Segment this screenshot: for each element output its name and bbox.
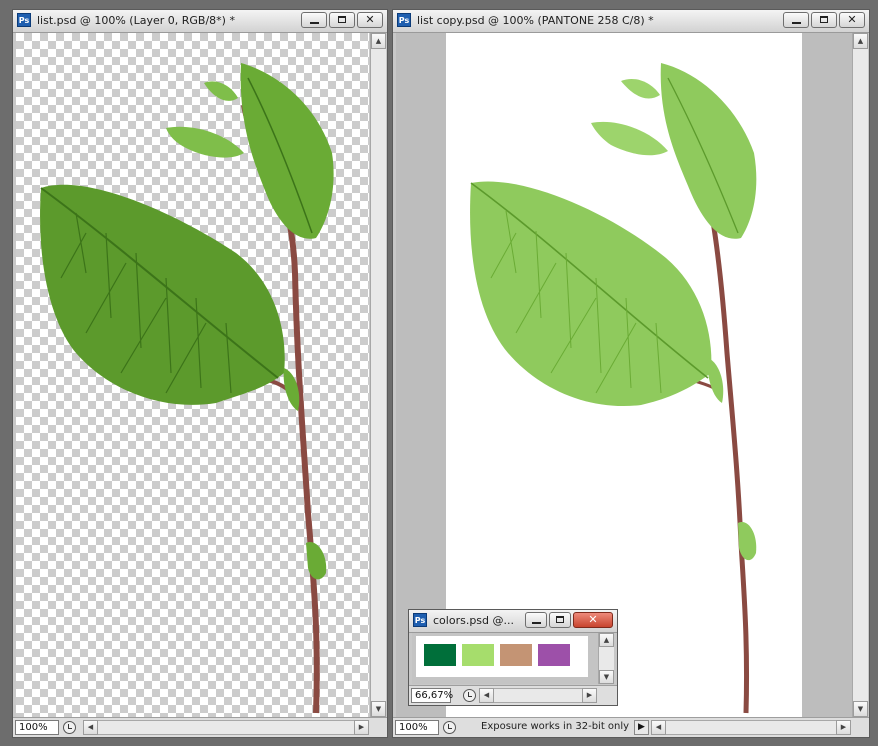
window-title: list copy.psd @ 100% (PANTONE 258 C/8) * xyxy=(417,14,654,27)
maximize-icon xyxy=(820,16,828,23)
close-button[interactable]: ✕ xyxy=(839,12,865,28)
scroll-right-arrow-icon[interactable]: ▶ xyxy=(354,720,369,735)
photoshop-icon: Ps xyxy=(17,13,31,27)
zoom-field[interactable]: 66,67% xyxy=(411,688,453,703)
scroll-down-arrow-icon[interactable]: ▼ xyxy=(599,670,614,684)
window-title: list.psd @ 100% (Layer 0, RGB/8*) * xyxy=(37,14,235,27)
scroll-up-arrow-icon[interactable]: ▲ xyxy=(853,33,868,49)
status-info-icon[interactable] xyxy=(63,721,76,734)
zoom-field[interactable]: 100% xyxy=(395,720,439,735)
scroll-left-arrow-icon[interactable]: ◀ xyxy=(479,688,494,703)
minimize-button[interactable] xyxy=(525,612,547,628)
vertical-scrollbar[interactable]: ▲ ▼ xyxy=(598,633,614,684)
window-title: colors.psd @... xyxy=(433,614,514,627)
scroll-down-arrow-icon[interactable]: ▼ xyxy=(853,701,868,717)
photoshop-icon: Ps xyxy=(413,613,427,627)
title-bar[interactable]: Ps list copy.psd @ 100% (PANTONE 258 C/8… xyxy=(393,10,869,33)
document-window-colors[interactable]: Ps colors.psd @... ✕ ▲ ▼ 66,67% ◀ ▶ xyxy=(408,609,618,706)
color-swatch xyxy=(538,644,570,666)
swatch-area xyxy=(416,636,588,677)
close-button[interactable]: ✕ xyxy=(357,12,383,28)
minimize-icon xyxy=(792,22,801,24)
photoshop-icon: Ps xyxy=(397,13,411,27)
close-icon: ✕ xyxy=(365,13,375,26)
minimize-button[interactable] xyxy=(783,12,809,28)
color-swatch xyxy=(424,644,456,666)
close-icon: ✕ xyxy=(588,613,598,626)
scroll-left-arrow-icon[interactable]: ◀ xyxy=(83,720,98,735)
status-info-icon[interactable] xyxy=(463,689,476,702)
scroll-left-arrow-icon[interactable]: ◀ xyxy=(651,720,666,735)
scroll-up-arrow-icon[interactable]: ▲ xyxy=(371,33,386,49)
minimize-icon xyxy=(310,22,319,24)
title-bar[interactable]: Ps list.psd @ 100% (Layer 0, RGB/8*) * ✕ xyxy=(13,10,387,33)
status-bar: 100% ◀ ▶ xyxy=(13,717,387,737)
horizontal-scrollbar[interactable]: ◀ ▶ xyxy=(651,720,851,735)
vertical-scrollbar[interactable]: ▲ ▼ xyxy=(852,33,868,717)
scroll-down-arrow-icon[interactable]: ▼ xyxy=(371,701,386,717)
document-canvas[interactable] xyxy=(412,633,598,684)
scroll-right-arrow-icon[interactable]: ▶ xyxy=(836,720,851,735)
minimize-icon xyxy=(532,622,541,624)
document-window-list[interactable]: Ps list.psd @ 100% (Layer 0, RGB/8*) * ✕… xyxy=(12,9,388,738)
color-swatch xyxy=(462,644,494,666)
zoom-field[interactable]: 100% xyxy=(15,720,59,735)
close-button[interactable]: ✕ xyxy=(573,612,613,628)
maximize-icon xyxy=(556,616,564,623)
horizontal-scrollbar[interactable]: ◀ ▶ xyxy=(479,688,597,703)
maximize-button[interactable] xyxy=(811,12,837,28)
minimize-button[interactable] xyxy=(301,12,327,28)
status-message: Exposure works in 32-bit only xyxy=(481,721,630,732)
status-info-icon[interactable] xyxy=(443,721,456,734)
title-bar[interactable]: Ps colors.psd @... ✕ xyxy=(409,610,617,633)
color-swatch xyxy=(500,644,532,666)
close-icon: ✕ xyxy=(847,13,857,26)
maximize-button[interactable] xyxy=(329,12,355,28)
vertical-scrollbar[interactable]: ▲ ▼ xyxy=(370,33,386,717)
maximize-icon xyxy=(338,16,346,23)
scroll-right-arrow-icon[interactable]: ▶ xyxy=(582,688,597,703)
status-bar: 100% Exposure works in 32-bit only ▶ ◀ ▶ xyxy=(393,717,869,737)
status-menu-arrow-icon[interactable]: ▶ xyxy=(634,720,649,735)
horizontal-scrollbar[interactable]: ◀ ▶ xyxy=(83,720,369,735)
scroll-up-arrow-icon[interactable]: ▲ xyxy=(599,633,614,647)
status-bar: 66,67% ◀ ▶ xyxy=(409,685,617,705)
document-canvas[interactable] xyxy=(16,33,369,717)
maximize-button[interactable] xyxy=(549,612,571,628)
leaf-image-transparent xyxy=(40,63,334,714)
